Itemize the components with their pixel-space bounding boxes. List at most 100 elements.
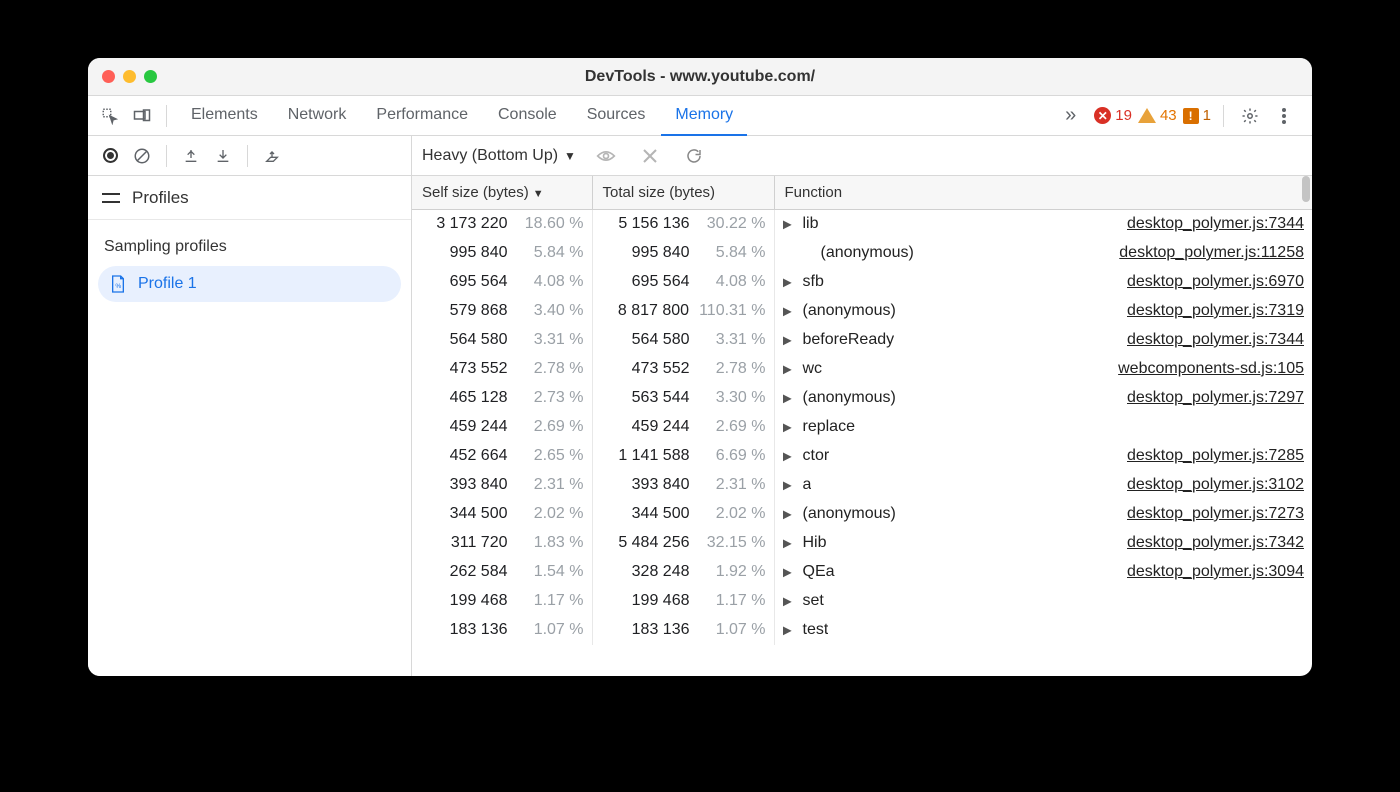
table-row[interactable]: 465 1282.73 %563 5443.30 %▶(anonymous)de…	[412, 384, 1312, 413]
scrollbar-thumb[interactable]	[1302, 176, 1310, 202]
inspect-element-icon[interactable]	[96, 102, 124, 130]
source-link[interactable]: webcomponents-sd.js:105	[1118, 360, 1304, 378]
settings-gear-icon[interactable]	[1236, 102, 1264, 130]
expand-icon[interactable]: ▶	[783, 536, 795, 550]
table-row[interactable]: 459 2442.69 %459 2442.69 %▶replace	[412, 413, 1312, 442]
source-link[interactable]: desktop_polymer.js:11258	[1119, 244, 1304, 262]
load-profile-icon[interactable]	[177, 142, 205, 170]
source-link[interactable]: desktop_polymer.js:7319	[1127, 302, 1304, 320]
more-tabs-chevron-icon[interactable]: »	[1057, 104, 1084, 127]
save-profile-icon[interactable]	[209, 142, 237, 170]
tab-memory[interactable]: Memory	[661, 96, 747, 136]
self-size-value: 473 552	[450, 360, 508, 378]
refresh-icon[interactable]	[680, 142, 708, 170]
table-row[interactable]: 3 173 22018.60 %5 156 13630.22 %▶libdesk…	[412, 210, 1312, 239]
self-size-pct: 1.54 %	[518, 563, 584, 581]
source-link[interactable]: desktop_polymer.js:3102	[1127, 476, 1304, 494]
minimize-window-button[interactable]	[123, 70, 136, 83]
self-size-value: 393 840	[450, 476, 508, 494]
expand-icon[interactable]: ▶	[783, 304, 795, 318]
record-button[interactable]	[96, 142, 124, 170]
table-row[interactable]: 393 8402.31 %393 8402.31 %▶adesktop_poly…	[412, 471, 1312, 500]
self-size-pct: 2.02 %	[518, 505, 584, 523]
self-size-value: 695 564	[450, 273, 508, 291]
self-size-pct: 1.07 %	[518, 621, 584, 639]
total-size-value: 183 136	[632, 621, 690, 639]
source-link[interactable]: desktop_polymer.js:6970	[1127, 273, 1304, 291]
self-size-pct: 2.65 %	[518, 447, 584, 465]
clear-button[interactable]	[128, 142, 156, 170]
function-name: wc	[803, 360, 823, 378]
function-name: (anonymous)	[803, 302, 896, 320]
total-size-pct: 110.31 %	[699, 302, 765, 320]
table-row[interactable]: 183 1361.07 %183 1361.07 %▶test	[412, 616, 1312, 645]
view-select[interactable]: Heavy (Bottom Up) ▼	[422, 147, 576, 165]
source-link[interactable]: desktop_polymer.js:7344	[1127, 215, 1304, 233]
eye-icon[interactable]	[592, 142, 620, 170]
tab-elements[interactable]: Elements	[177, 96, 272, 136]
tab-console[interactable]: Console	[484, 96, 571, 136]
col-self-size[interactable]: Self size (bytes)▼	[412, 176, 592, 210]
close-window-button[interactable]	[102, 70, 115, 83]
traffic-lights	[102, 70, 157, 83]
tab-sources[interactable]: Sources	[573, 96, 660, 136]
profile-item[interactable]: % Profile 1	[98, 266, 401, 302]
main-panel: Heavy (Bottom Up) ▼	[412, 136, 1312, 676]
table-row[interactable]: 579 8683.40 %8 817 800110.31 %▶(anonymou…	[412, 297, 1312, 326]
expand-icon[interactable]: ▶	[783, 449, 795, 463]
source-link[interactable]: desktop_polymer.js:7297	[1127, 389, 1304, 407]
profiles-header[interactable]: Profiles	[88, 176, 411, 220]
sort-desc-icon: ▼	[533, 188, 544, 200]
total-size-value: 328 248	[632, 563, 690, 581]
expand-icon[interactable]: ▶	[783, 507, 795, 521]
table-row[interactable]: 564 5803.31 %564 5803.31 %▶beforeReadyde…	[412, 326, 1312, 355]
device-toolbar-icon[interactable]	[128, 102, 156, 130]
expand-icon[interactable]: ▶	[783, 478, 795, 492]
issues-status[interactable]: ! 1	[1183, 107, 1211, 124]
warnings-status[interactable]: 43	[1138, 107, 1177, 124]
maximize-window-button[interactable]	[144, 70, 157, 83]
function-name: (anonymous)	[803, 505, 896, 523]
expand-icon[interactable]: ▶	[783, 333, 795, 347]
sidebar-section-title: Sampling profiles	[88, 230, 411, 266]
caret-down-icon: ▼	[564, 149, 576, 163]
table-row[interactable]: 473 5522.78 %473 5522.78 %▶wcwebcomponen…	[412, 355, 1312, 384]
col-total-size[interactable]: Total size (bytes)	[592, 176, 774, 210]
more-menu-icon[interactable]	[1270, 102, 1298, 130]
close-icon[interactable]	[636, 142, 664, 170]
expand-icon[interactable]: ▶	[783, 565, 795, 579]
source-link[interactable]: desktop_polymer.js:7273	[1127, 505, 1304, 523]
source-link[interactable]: desktop_polymer.js:7285	[1127, 447, 1304, 465]
total-size-pct: 2.02 %	[700, 505, 766, 523]
tab-network[interactable]: Network	[274, 96, 361, 136]
total-size-value: 995 840	[632, 244, 690, 262]
table-row[interactable]: 452 6642.65 %1 141 5886.69 %▶ctordesktop…	[412, 442, 1312, 471]
table-row[interactable]: 344 5002.02 %344 5002.02 %▶(anonymous)de…	[412, 500, 1312, 529]
total-size-pct: 2.78 %	[700, 360, 766, 378]
expand-icon[interactable]: ▶	[783, 420, 795, 434]
profile-table: Self size (bytes)▼ Total size (bytes) Fu…	[412, 176, 1312, 645]
col-function[interactable]: Function	[774, 176, 1312, 210]
function-name: test	[803, 621, 829, 639]
table-row[interactable]: 262 5841.54 %328 2481.92 %▶QEadesktop_po…	[412, 558, 1312, 587]
expand-icon[interactable]: ▶	[783, 217, 795, 231]
table-wrap[interactable]: Self size (bytes)▼ Total size (bytes) Fu…	[412, 176, 1312, 676]
garbage-collect-icon[interactable]	[258, 142, 286, 170]
expand-icon[interactable]: ▶	[783, 362, 795, 376]
expand-icon[interactable]: ▶	[783, 623, 795, 637]
expand-icon[interactable]: ▶	[783, 594, 795, 608]
source-link[interactable]: desktop_polymer.js:3094	[1127, 563, 1304, 581]
source-link[interactable]: desktop_polymer.js:7342	[1127, 534, 1304, 552]
table-row[interactable]: 311 7201.83 %5 484 25632.15 %▶Hibdesktop…	[412, 529, 1312, 558]
expand-icon[interactable]: ▶	[783, 275, 795, 289]
function-name: set	[803, 592, 824, 610]
table-row[interactable]: 995 8405.84 %995 8405.84 %(anonymous)des…	[412, 239, 1312, 268]
source-link[interactable]: desktop_polymer.js:7344	[1127, 331, 1304, 349]
table-row[interactable]: 695 5644.08 %695 5644.08 %▶sfbdesktop_po…	[412, 268, 1312, 297]
table-row[interactable]: 199 4681.17 %199 4681.17 %▶set	[412, 587, 1312, 616]
expand-icon[interactable]: ▶	[783, 391, 795, 405]
tab-performance[interactable]: Performance	[362, 96, 482, 136]
issues-icon: !	[1183, 108, 1199, 124]
errors-status[interactable]: ✕ 19	[1094, 107, 1132, 124]
self-size-value: 564 580	[450, 331, 508, 349]
